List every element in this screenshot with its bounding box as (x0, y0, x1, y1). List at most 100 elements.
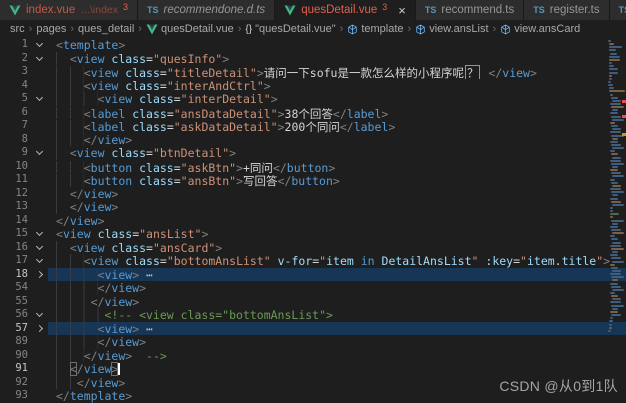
minimap-line (610, 276, 624, 279)
code-line-15[interactable]: 15 <view class="ansList"> (0, 227, 626, 241)
code-line-6[interactable]: 6 <label class="ansDataDetail">38个回答</la… (0, 106, 626, 119)
minimap-line (610, 52, 618, 55)
fold-control[interactable] (30, 308, 48, 322)
breadcrumb-item-quesDetail.vue[interactable]: {} "quesDetail.vue" (245, 23, 335, 35)
minimap-line (610, 304, 624, 307)
minimap-line (610, 238, 618, 241)
tab-recommendone.d.ts[interactable]: TS recommendone.d.ts (138, 0, 276, 20)
code-line-12[interactable]: 12 </view> (0, 186, 626, 200)
code-line-8[interactable]: 8 </view> (0, 132, 626, 147)
code-line-9[interactable]: 9 <view class="btnDetail"> (0, 146, 626, 160)
breadcrumb-item-view.ansCard[interactable]: view.ansCard (500, 23, 580, 35)
chevron-down-icon[interactable] (35, 242, 43, 250)
fold-control[interactable] (30, 92, 48, 106)
tab-quesDetail.vue[interactable]: quesDetail.vue 3 × (275, 0, 416, 20)
code-text: <button class="ansBtn">写回答</button> (48, 173, 626, 187)
fold-control[interactable] (30, 227, 48, 241)
vue-icon (284, 5, 296, 15)
fold-control[interactable] (30, 241, 48, 255)
code-lines: 1 <template> 2 <view class="quesInfo"> 3 <v… (0, 38, 626, 403)
minimap[interactable] (607, 38, 626, 338)
chevron-down-icon[interactable] (35, 148, 43, 156)
breadcrumb-item-template[interactable]: template (347, 23, 404, 35)
breadcrumb-label: quesDetail.vue (160, 23, 234, 35)
code-line-13[interactable]: 13 </view> (0, 200, 626, 214)
minimap-line (610, 310, 619, 313)
breadcrumb-item-quesDetail.vue[interactable]: quesDetail.vue (146, 23, 234, 35)
fold-control (30, 133, 48, 147)
fold-control[interactable] (30, 254, 48, 268)
chevron-right-icon[interactable] (35, 270, 43, 278)
code-line-90[interactable]: 90 </view> --> (0, 348, 626, 362)
chevron-down-icon[interactable] (35, 310, 43, 318)
breadcrumb-item-pages[interactable]: pages (36, 23, 66, 35)
line-number: 11 (15, 173, 28, 185)
code-line-16[interactable]: 16 <view class="ansCard"> (0, 240, 626, 255)
breadcrumb-item-view.ansList[interactable]: view.ansList (415, 23, 489, 35)
fold-control[interactable] (30, 52, 48, 66)
minimap-line (608, 323, 612, 326)
line-number: 10 (15, 159, 28, 172)
minimap-line (610, 188, 622, 191)
vue-icon (9, 5, 21, 15)
code-text: <view class="ansCard"> (48, 240, 626, 254)
code-line-11[interactable]: 11 <button class="ansBtn">写回答</button> (0, 173, 626, 187)
fold-control[interactable] (30, 38, 48, 52)
vue-icon (146, 24, 158, 34)
text-cursor (118, 363, 120, 375)
line-number: 12 (15, 186, 28, 199)
minimap-line (610, 257, 621, 260)
tab-label: quesDetail.vue (301, 4, 378, 16)
tab-recommend.ts[interactable]: TS recommend.ts (415, 0, 525, 20)
code-line-1[interactable]: 1 <template> (0, 38, 626, 52)
code-text: <view class="titleDetail">请问一下sofu是一款怎么样… (48, 65, 626, 79)
fold-control[interactable] (30, 268, 48, 282)
code-line-3[interactable]: 3 <view class="titleDetail">请问一下sofu是一款怎… (0, 65, 626, 79)
code-line-2[interactable]: 2 <view class="quesInfo"> (0, 51, 626, 66)
minimap-line (610, 172, 621, 175)
minimap-line (610, 263, 616, 266)
code-line-91[interactable]: 91 </view> (0, 362, 626, 376)
chevron-down-icon[interactable] (35, 40, 43, 48)
chevron-right-icon[interactable] (35, 324, 43, 332)
code-line-54[interactable]: 54 </view> (0, 281, 626, 295)
tab-register.ts[interactable]: TS register.ts (524, 0, 610, 20)
minimap-line (608, 65, 615, 68)
code-text: <view> ⋯ (48, 321, 626, 335)
fold-control[interactable] (30, 146, 48, 160)
code-line-7[interactable]: 7 <label class="askDataDetail">200个同问</l… (0, 119, 626, 133)
fold-control (30, 119, 48, 133)
typescript-icon: TS (147, 5, 159, 15)
breadcrumb-separator-icon: › (492, 23, 497, 35)
chevron-down-icon[interactable] (35, 256, 43, 264)
fold-control (30, 281, 48, 295)
overview-ruler-marker (622, 100, 626, 103)
code-line-57[interactable]: 57 <view> ⋯ (0, 321, 626, 336)
code-line-14[interactable]: 14 </view> (0, 214, 626, 228)
minimap-line (610, 125, 618, 128)
code-line-10[interactable]: 10 <button class="askBtn">+同问</button> (0, 159, 626, 173)
code-line-55[interactable]: 55 </view> (0, 294, 626, 308)
chevron-down-icon[interactable] (35, 229, 43, 237)
code-line-17[interactable]: 17 <view class="bottomAnsList" v-for="it… (0, 254, 626, 268)
minimap-line (608, 77, 612, 80)
chevron-down-icon[interactable] (35, 53, 43, 61)
code-line-5[interactable]: 5 <view class="interDetail"> (0, 92, 626, 106)
fold-control[interactable] (30, 322, 48, 336)
breadcrumb-item-ques_detail[interactable]: ques_detail (78, 23, 134, 35)
fold-control (30, 335, 48, 349)
close-icon[interactable]: × (398, 4, 406, 17)
code-text: </view> (48, 186, 626, 200)
minimap-line (611, 184, 621, 187)
code-line-18[interactable]: 18 <view> ⋯ (0, 267, 626, 282)
code-line-56[interactable]: 56 <!-- <view class="bottomAnsList"> (0, 308, 626, 322)
tab-label: index.vue (26, 4, 76, 16)
chevron-down-icon[interactable] (35, 94, 43, 102)
breadcrumb-label: ques_detail (78, 23, 135, 35)
breadcrumb-label: pages (36, 23, 67, 35)
code-line-4[interactable]: 4 <view class="interAndCtrl"> (0, 78, 626, 92)
tab-classify.ts[interactable]: TSclassify.ts (609, 0, 626, 20)
code-line-89[interactable]: 89 </view> (0, 335, 626, 349)
breadcrumb-item-src[interactable]: src (10, 23, 25, 35)
tab-index.vue[interactable]: index.vue ...\index 3 (0, 0, 139, 20)
